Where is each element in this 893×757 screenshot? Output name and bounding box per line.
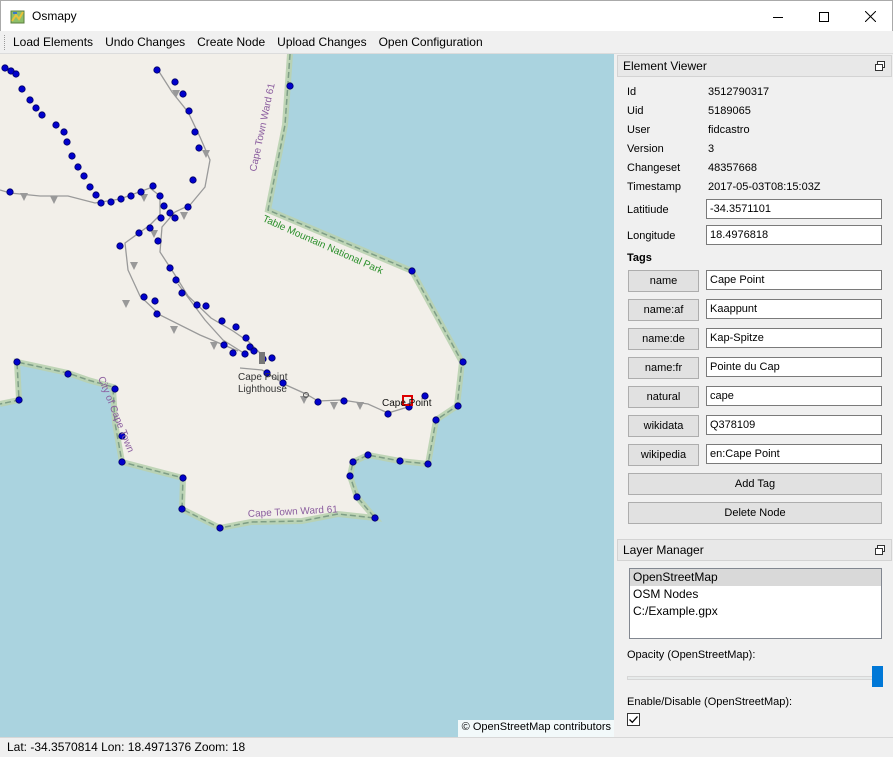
enable-label: Enable/Disable (OpenStreetMap):	[627, 696, 793, 708]
minimize-button[interactable]	[755, 1, 801, 32]
map-canvas[interactable]: Cape Town Ward 61 Table Mountain Nationa…	[0, 54, 614, 737]
map-label-lighthouse-line1: Cape Point	[238, 372, 288, 383]
menu-upload-changes[interactable]: Upload Changes	[271, 31, 372, 54]
prop-label-uid: Uid	[627, 105, 644, 117]
tag-value-field-wikipedia[interactable]: en:Cape Point	[706, 444, 882, 464]
tag-key-button-name-af[interactable]: name:af	[628, 299, 699, 321]
add-tag-button[interactable]: Add Tag	[628, 473, 882, 495]
menu-load-elements[interactable]: Load Elements	[11, 31, 99, 54]
longitude-field[interactable]: 18.4976818	[706, 225, 882, 245]
element-viewer-title: Element Viewer	[623, 59, 707, 73]
layer-item-openstreetmap[interactable]: OpenStreetMap	[630, 569, 881, 586]
tag-value-field-name-af[interactable]: Kaappunt	[706, 299, 882, 319]
latitude-label: Latitiude	[627, 204, 669, 216]
prop-label-id: Id	[627, 86, 637, 98]
layer-item-osm-nodes[interactable]: OSM Nodes	[630, 586, 881, 603]
close-icon	[864, 11, 876, 22]
tag-key-button-name-fr[interactable]: name:fr	[628, 357, 699, 379]
tag-key-button-natural[interactable]: natural	[628, 386, 699, 408]
menu-create-node[interactable]: Create Node	[191, 31, 271, 54]
tag-value-field-wikidata[interactable]: Q378109	[706, 415, 882, 435]
opacity-slider-track[interactable]	[627, 676, 877, 680]
window-title: Osmapy	[32, 9, 77, 23]
tag-key-button-name-de[interactable]: name:de	[628, 328, 699, 350]
tag-key-button-wikipedia[interactable]: wikipedia	[628, 444, 699, 466]
checkmark-icon	[629, 716, 638, 724]
prop-value-user: fidcastro	[708, 124, 750, 136]
close-button[interactable]	[847, 1, 893, 32]
menu-open-configuration[interactable]: Open Configuration	[373, 31, 489, 54]
tag-value-field-name-fr[interactable]: Pointe du Cap	[706, 357, 882, 377]
toolbar-grip[interactable]	[4, 34, 6, 50]
prop-label-version: Version	[627, 143, 664, 155]
layer-manager-title: Layer Manager	[623, 543, 704, 557]
app-icon	[10, 10, 25, 24]
delete-node-button[interactable]: Delete Node	[628, 502, 882, 524]
tag-key-button-wikidata[interactable]: wikidata	[628, 415, 699, 437]
opacity-slider-thumb[interactable]	[872, 666, 883, 687]
title-bar: Osmapy	[0, 0, 893, 31]
maximize-icon	[819, 11, 829, 22]
prop-label-timestamp: Timestamp	[627, 181, 681, 193]
tags-heading: Tags	[627, 252, 652, 264]
enable-checkbox[interactable]	[627, 713, 640, 726]
menu-bar: Load Elements Undo Changes Create Node U…	[0, 31, 893, 54]
map-attribution[interactable]: © OpenStreetMap contributors	[457, 720, 614, 737]
element-viewer-title-bar[interactable]: Element Viewer	[617, 55, 892, 77]
opacity-label: Opacity (OpenStreetMap):	[627, 649, 756, 661]
float-icon[interactable]	[875, 545, 885, 555]
map-svg[interactable]: Cape Town Ward 61 Table Mountain Nationa…	[0, 54, 614, 737]
maximize-button[interactable]	[801, 1, 847, 32]
latitude-field[interactable]: -34.3571101	[706, 199, 882, 219]
minimize-icon	[773, 16, 783, 18]
map-label-lighthouse-line2: Lighthouse	[238, 384, 287, 395]
longitude-label: Longitude	[627, 230, 676, 242]
layer-list[interactable]: OpenStreetMap OSM Nodes C:/Example.gpx	[629, 568, 882, 639]
menu-undo-changes[interactable]: Undo Changes	[99, 31, 191, 54]
status-bar: Lat: -34.3570814 Lon: 18.4971376 Zoom: 1…	[0, 737, 893, 757]
tag-value-field-natural[interactable]: cape	[706, 386, 882, 406]
prop-value-timestamp: 2017-05-03T08:15:03Z	[708, 181, 821, 193]
prop-label-changeset: Changeset	[627, 162, 681, 174]
prop-value-version: 3	[708, 143, 715, 155]
tag-value-field-name-de[interactable]: Kap-Spitze	[706, 328, 882, 348]
prop-value-id: 3512790317	[708, 86, 770, 98]
layer-manager-panel: Layer Manager OpenStreetMap OSM Nodes C:…	[617, 539, 892, 736]
tag-key-button-name[interactable]: name	[628, 270, 699, 292]
tag-value-field-name[interactable]: Cape Point	[706, 270, 882, 290]
layer-item-example-gpx[interactable]: C:/Example.gpx	[630, 603, 881, 620]
element-viewer-panel: Element Viewer Id 3512790317 Uid 5189065…	[617, 55, 892, 532]
map-label-cape-point: Cape Point	[382, 398, 432, 409]
float-icon[interactable]	[875, 61, 885, 71]
prop-value-uid: 5189065	[708, 105, 751, 117]
prop-value-changeset: 48357668	[708, 162, 757, 174]
layer-manager-title-bar[interactable]: Layer Manager	[617, 539, 892, 561]
prop-label-user: User	[627, 124, 651, 136]
